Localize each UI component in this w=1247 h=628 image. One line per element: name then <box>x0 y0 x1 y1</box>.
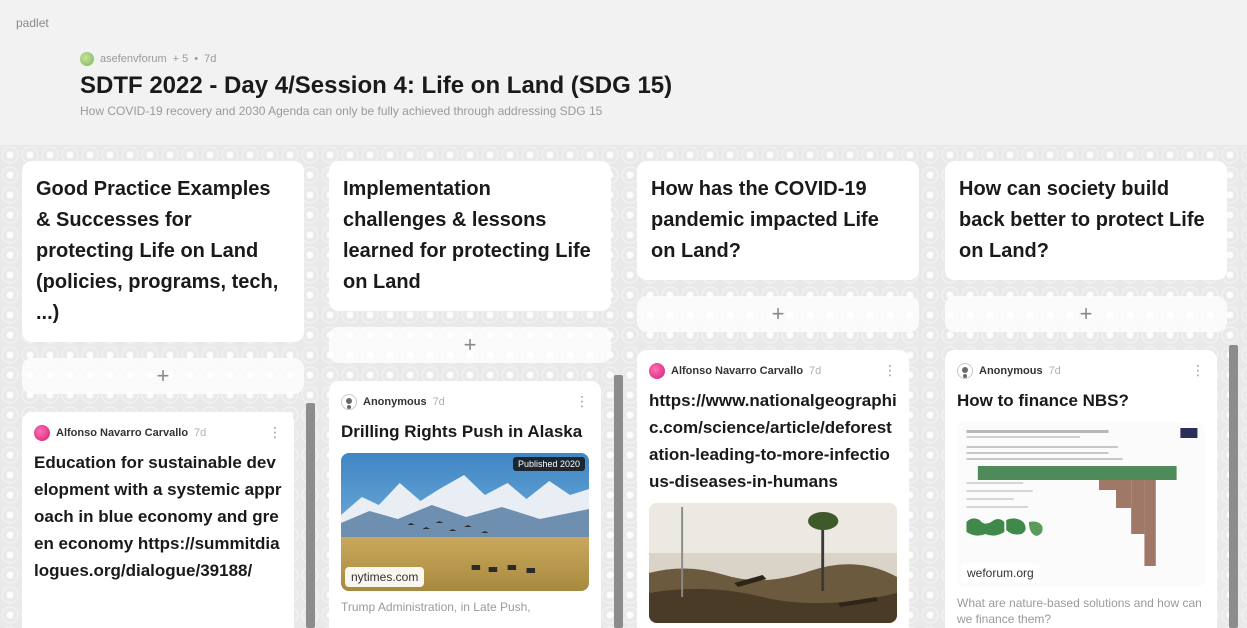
more-options-icon[interactable]: ⋮ <box>268 424 282 441</box>
post-title: How to finance NBS? <box>957 391 1129 410</box>
column-scrollbar[interactable] <box>1229 345 1238 628</box>
author-name: Anonymous <box>363 395 427 408</box>
column-header[interactable]: Good Practice Examples & Successes for p… <box>22 161 304 342</box>
column-implementation-challenges: Implementation challenges & lessons lear… <box>329 161 611 628</box>
post-time: 7d <box>1048 364 1061 377</box>
link-preview-image[interactable]: weforum.org <box>957 422 1205 587</box>
post-time: 7d <box>194 426 207 439</box>
add-post-button[interactable]: + <box>637 296 919 332</box>
more-options-icon[interactable]: ⋮ <box>575 393 589 410</box>
author-avatar <box>34 424 50 441</box>
board-header: asefenvforum + 5 • 7d SDTF 2022 - Day 4/… <box>80 52 1180 118</box>
board-age: 7d <box>204 53 217 65</box>
deforestation-image <box>649 503 897 623</box>
link-caption: Trump Administration, in Late Push, <box>341 600 531 614</box>
more-options-icon[interactable]: ⋮ <box>883 362 897 379</box>
add-post-button[interactable]: + <box>22 358 304 394</box>
add-post-button[interactable]: + <box>945 296 1227 332</box>
anonymous-avatar-icon <box>341 393 357 410</box>
author-name: Alfonso Navarro Carvallo <box>56 426 189 439</box>
post-author-row: Anonymous 7d ⋮ <box>957 362 1205 379</box>
padlet-logo[interactable]: padlet <box>16 16 49 30</box>
post-link-title[interactable]: https://www.nationalgeographic.com/scien… <box>649 387 897 495</box>
published-badge: Published 2020 <box>512 457 585 471</box>
post-card[interactable]: Alfonso Navarro Carvallo 7d ⋮ https://ww… <box>637 350 909 628</box>
board-meta: asefenvforum + 5 • 7d <box>80 52 1180 66</box>
board-title: SDTF 2022 - Day 4/Session 4: Life on Lan… <box>80 72 673 99</box>
link-domain: weforum.org <box>961 563 1040 583</box>
post-body: Education for sustainable development wi… <box>34 453 282 580</box>
post-card[interactable]: Anonymous 7d ⋮ How to finance NBS? wefor… <box>945 350 1217 628</box>
owner-avatar[interactable] <box>80 52 94 66</box>
post-card[interactable]: Alfonso Navarro Carvallo 7d ⋮ Education … <box>22 412 294 628</box>
author-name: Alfonso Navarro Carvallo <box>671 364 804 377</box>
post-author-row: Alfonso Navarro Carvallo 7d ⋮ <box>649 362 897 379</box>
link-domain: nytimes.com <box>345 567 425 587</box>
post-time: 7d <box>432 395 445 408</box>
column-covid-impact: How has the COVID-19 pandemic impacted L… <box>637 161 919 628</box>
padlet-wall: Good Practice Examples & Successes for p… <box>0 145 1247 628</box>
likes-count: + 5 <box>172 53 189 65</box>
more-options-icon[interactable]: ⋮ <box>1191 362 1205 379</box>
column-scrollbar[interactable] <box>306 403 315 628</box>
column-header[interactable]: Implementation challenges & lessons lear… <box>329 161 611 311</box>
author-avatar <box>649 362 665 379</box>
link-preview-image[interactable]: Published 2020 nytimes.com <box>341 453 589 591</box>
add-post-button[interactable]: + <box>329 327 611 363</box>
author-name: Anonymous <box>979 364 1043 377</box>
post-title: Drilling Rights Push in Alaska <box>341 422 583 441</box>
meta-separator: • <box>194 53 199 65</box>
owner-name[interactable]: asefenvforum <box>100 53 167 65</box>
post-time: 7d <box>809 364 822 377</box>
post-card[interactable]: Anonymous 7d ⋮ Drilling Rights Push in A… <box>329 381 601 628</box>
anonymous-avatar-icon <box>957 362 973 379</box>
column-scrollbar[interactable] <box>614 375 623 628</box>
column-header[interactable]: How has the COVID-19 pandemic impacted L… <box>637 161 919 280</box>
link-caption: What are nature-based solutions and how … <box>957 596 1202 626</box>
column-build-back-better: How can society build back better to pro… <box>945 161 1227 628</box>
board-subtitle: How COVID-19 recovery and 2030 Agenda ca… <box>80 104 603 118</box>
post-author-row: Alfonso Navarro Carvallo 7d ⋮ <box>34 424 282 441</box>
link-preview-image[interactable] <box>649 503 897 623</box>
post-author-row: Anonymous 7d ⋮ <box>341 393 589 410</box>
column-good-practice: Good Practice Examples & Successes for p… <box>22 161 304 628</box>
column-header[interactable]: How can society build back better to pro… <box>945 161 1227 280</box>
